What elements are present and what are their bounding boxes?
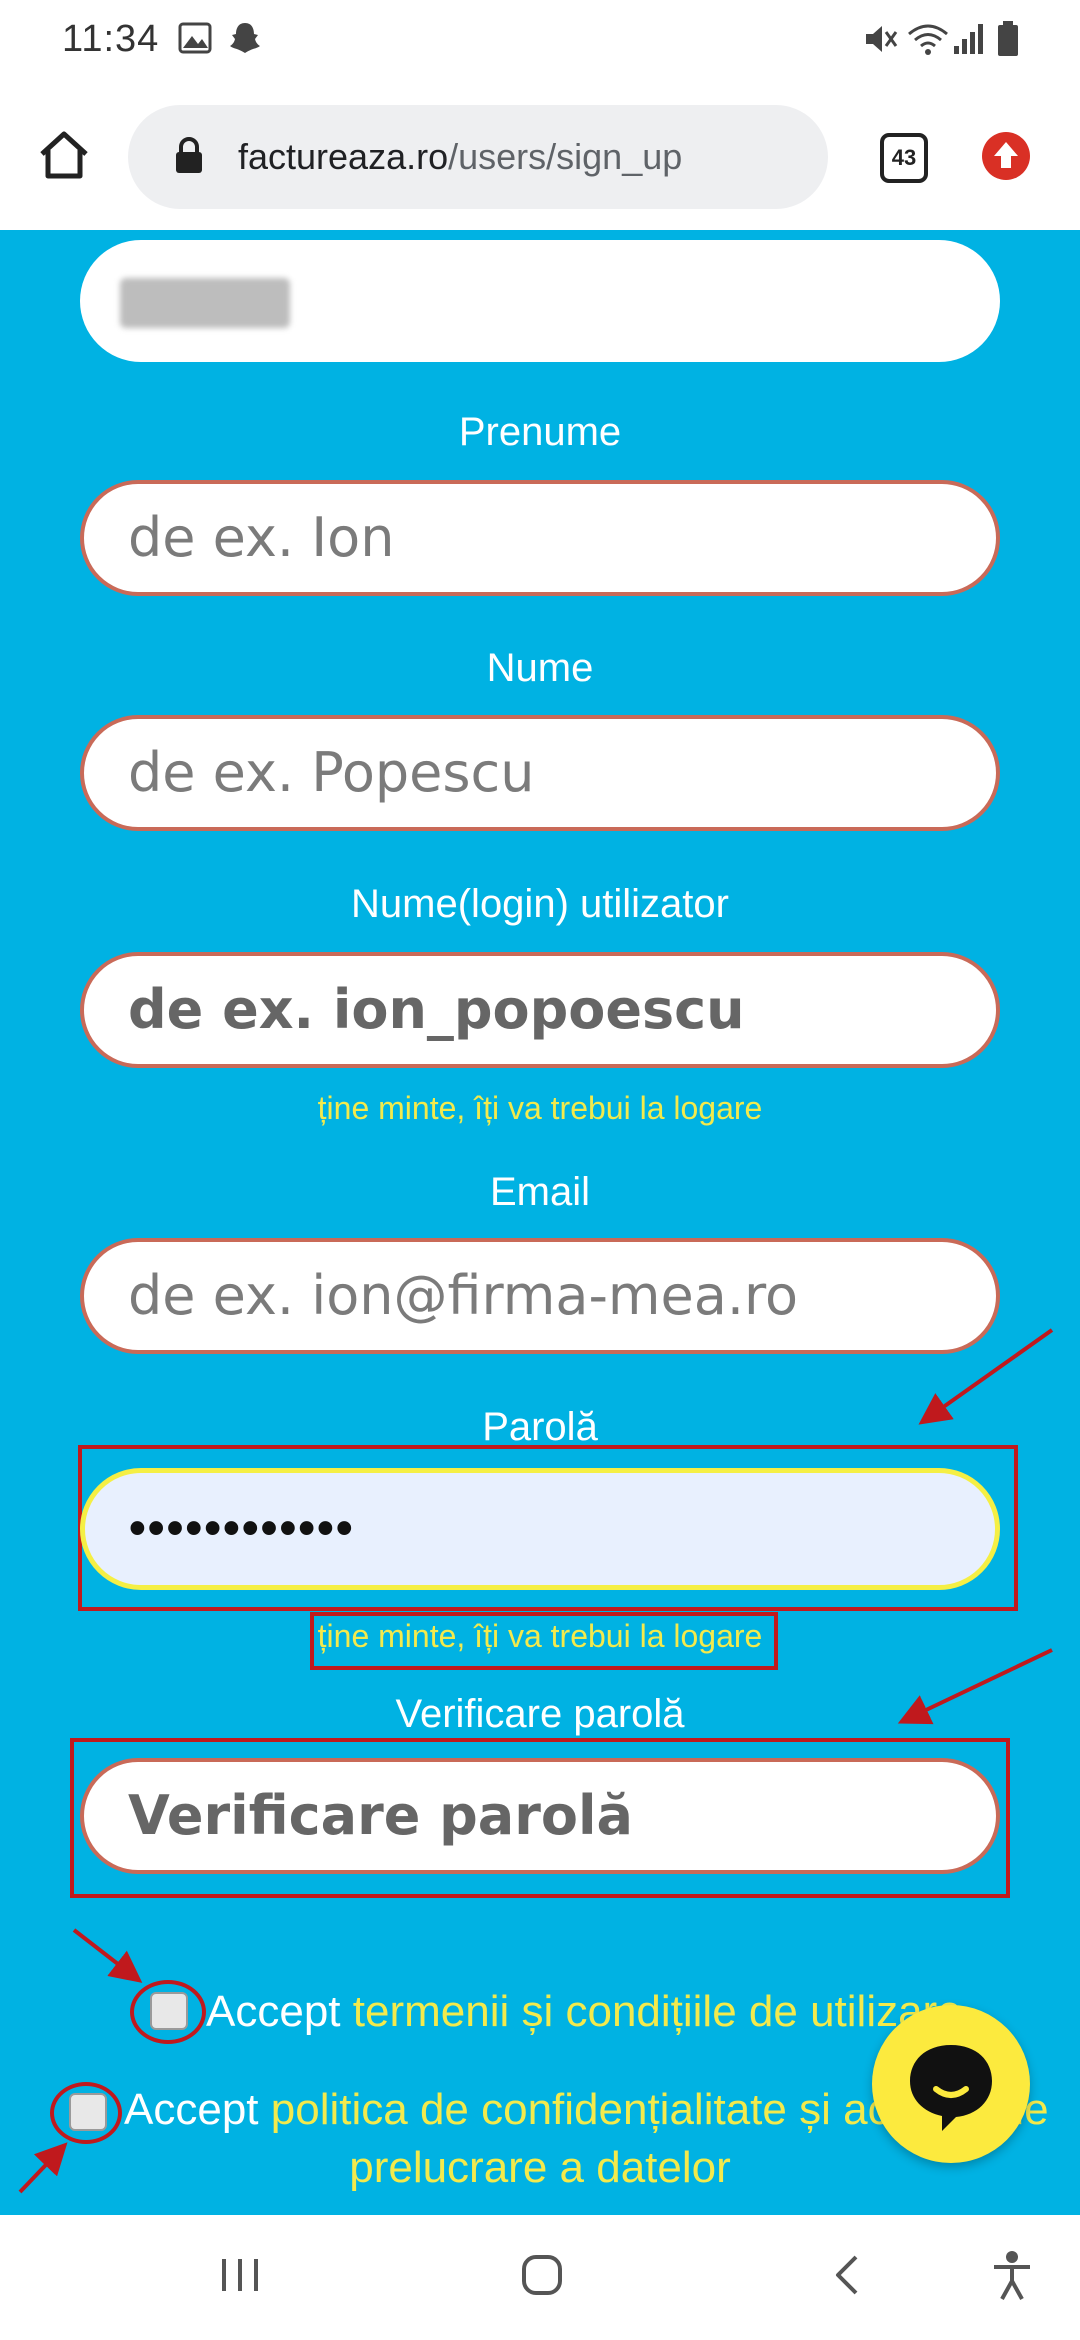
- lock-icon: [176, 137, 202, 173]
- terms-checkbox[interactable]: [150, 1992, 188, 2030]
- home-icon[interactable]: [38, 130, 90, 180]
- signal-icon: [954, 24, 983, 54]
- mute-icon: [866, 26, 898, 52]
- battery-icon: [998, 21, 1018, 56]
- wifi-icon: [908, 24, 948, 55]
- tab-switcher-button[interactable]: 43: [880, 133, 928, 183]
- address-bar[interactable]: factureaza.ro/users/sign_up: [128, 105, 828, 209]
- home-nav-icon[interactable]: [520, 2253, 564, 2297]
- url-text: factureaza.ro/users/sign_up: [238, 105, 682, 217]
- terms-text: Accept termenii și condițiile de utiliza…: [206, 1987, 962, 2037]
- annotation-arrows: [18, 1328, 1054, 2194]
- gallery-icon: [178, 22, 212, 54]
- status-bar: 11:34: [0, 0, 1080, 90]
- accessibility-icon[interactable]: [990, 2249, 1034, 2303]
- privacy-checkbox[interactable]: [69, 2093, 107, 2131]
- terms-prefix: Accept: [206, 1987, 353, 2036]
- recent-apps-icon[interactable]: [218, 2255, 262, 2295]
- url-path: /users/sign_up: [448, 136, 683, 177]
- privacy-prefix: Accept: [124, 2085, 271, 2134]
- status-time: 11:34: [62, 18, 160, 60]
- arrow-up-icon: [994, 142, 1018, 168]
- url-host: factureaza.ro: [238, 136, 449, 177]
- arrow-password: [918, 1328, 1054, 1425]
- back-icon[interactable]: [830, 2253, 864, 2297]
- arrow-password-confirm: [897, 1648, 1053, 1725]
- snapchat-icon: [230, 23, 260, 53]
- update-button[interactable]: [982, 132, 1030, 180]
- terms-link[interactable]: termenii și condițiile de utilizare: [353, 1987, 962, 2036]
- chat-icon: [910, 2045, 992, 2131]
- arrow-terms-checkbox: [72, 1928, 143, 1983]
- system-nav-bar: [0, 2215, 1080, 2340]
- chat-button[interactable]: [872, 2005, 1030, 2163]
- signup-form: Prenume de ex. Ion Nume de ex. Popescu N…: [0, 230, 1080, 2215]
